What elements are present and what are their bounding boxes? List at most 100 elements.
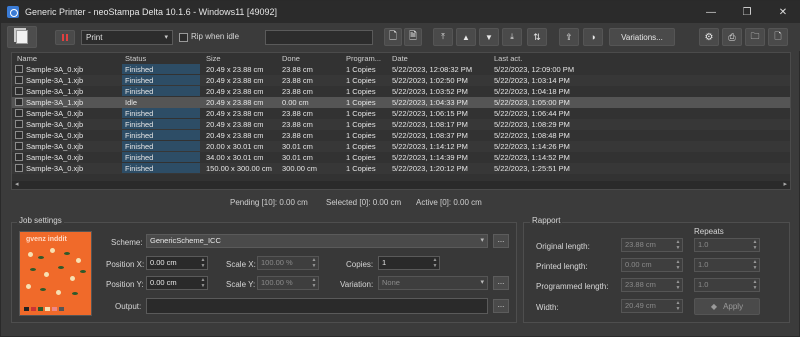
table-row[interactable]: Sample-3A_0.xjb Finished 20.49 x 23.88 cm 2… [12,119,790,130]
row-checkbox[interactable] [15,65,23,73]
original-repeats-input[interactable]: 1.0 ▲ ▼ [694,238,760,252]
apply-button[interactable]: ◆ Apply [694,298,760,315]
copies-input[interactable]: 1 ▲ ▼ [378,256,440,270]
original-length-input[interactable]: 23.88 cm ▲ ▼ [621,238,683,252]
table-row[interactable]: Sample-3A_1.xjb Finished 20.49 x 23.88 cm 2… [12,86,790,97]
table-row[interactable]: Sample-3A_0.xjb Finished 150.00 x 300.00 c… [12,163,790,174]
table-row[interactable]: Sample-3A_0.xjb Finished 20.49 x 23.88 cm 2… [12,64,790,75]
spinner-icon[interactable]: ▲ ▼ [674,239,682,251]
add-file-button[interactable]: 🗋 [384,28,402,46]
cell-last: 5/22/2023, 12:09:00 PM [494,65,575,74]
row-checkbox[interactable] [15,164,23,172]
printed-length-input[interactable]: 0.00 cm ▲ ▼ [621,258,683,272]
cell-size: 20.49 x 23.88 cm [206,98,264,107]
variations-button[interactable]: Variations... [609,28,675,46]
cell-status: Finished [122,86,200,96]
column-header-done[interactable]: Done [282,54,300,63]
table-row[interactable]: Sample-3A_0.xjb Finished 34.00 x 30.01 cm 3… [12,152,790,163]
original-length-value: 23.88 cm [625,240,656,249]
job-thumbnail[interactable]: gvenz inddit [19,231,92,316]
filter-input[interactable] [265,30,373,45]
stop-button[interactable] [55,30,75,45]
spinner-icon[interactable]: ▲ ▼ [674,279,682,291]
file-properties-button[interactable]: 🗎 [404,28,422,46]
cell-name: Sample-3A_0.xjb [26,120,84,129]
spinner-icon[interactable]: ▲ ▼ [751,259,759,271]
variation-select[interactable]: None ▾ [378,276,488,290]
move-down-button[interactable]: ▼ [479,28,499,46]
width-input[interactable]: 20.49 cm ▲ ▼ [621,299,683,313]
scale-y-input[interactable]: 100.00 % ▲ ▼ [257,276,319,290]
spinner-icon[interactable]: ▲ ▼ [199,257,207,269]
settings-button[interactable]: ⚙ [699,28,719,46]
document-button[interactable]: 🗋 [768,28,788,46]
scale-x-input[interactable]: 100.00 % ▲ ▼ [257,256,319,270]
scroll-left-icon[interactable]: ◂ [15,180,19,188]
programmed-length-input[interactable]: 23.88 cm ▲ ▼ [621,278,683,292]
rip-when-idle-checkbox[interactable] [179,33,188,42]
variation-browse-button[interactable]: ... [493,276,509,290]
row-checkbox[interactable] [15,120,23,128]
scroll-right-icon[interactable]: ▸ [783,180,787,188]
column-header-size[interactable]: Size [206,54,221,63]
document-icon: 🗋 [774,31,782,41]
cell-status: Finished [122,130,200,140]
spinner-icon[interactable]: ▲ ▼ [199,277,207,289]
row-checkbox[interactable] [15,87,23,95]
spinner-icon[interactable]: ▲ ▼ [310,257,318,269]
programmed-repeats-input[interactable]: 1.0 ▲ ▼ [694,278,760,292]
spinner-icon[interactable]: ▲ ▼ [751,239,759,251]
export-button[interactable]: ⇪ [559,28,579,46]
minimize-button[interactable]: — [693,1,729,23]
column-header-status[interactable]: Status [125,54,146,63]
spinner-icon[interactable]: ▲ ▼ [674,300,682,312]
contrast-icon: ◑ [590,32,596,42]
table-row[interactable]: Sample-3A_0.xjb Finished 20.00 x 30.01 cm 3… [12,141,790,152]
move-bottom-icon: ⤓ [510,32,514,41]
cell-date: 5/22/2023, 1:06:15 PM [392,109,468,118]
cell-size: 34.00 x 30.01 cm [206,153,264,162]
cell-status: Finished [122,152,200,162]
maximize-button[interactable]: ❐ [729,1,765,23]
position-x-input[interactable]: 0.00 cm ▲ ▼ [146,256,208,270]
row-checkbox[interactable] [15,142,23,150]
column-header-date[interactable]: Date [392,54,408,63]
row-checkbox[interactable] [15,153,23,161]
cell-date: 5/22/2023, 1:20:12 PM [392,164,468,173]
move-top-button[interactable]: ⤒ [433,28,453,46]
print-queue-button[interactable] [7,26,37,48]
table-row[interactable]: Sample-3A_1.xjb Idle 20.49 x 23.88 cm 0.00 … [12,97,790,108]
folder-button[interactable]: 🗀 [745,28,765,46]
row-checkbox[interactable] [15,131,23,139]
close-button[interactable]: ✕ [765,1,800,23]
row-checkbox[interactable] [15,98,23,106]
output-browse-button[interactable]: ... [493,299,509,313]
table-row[interactable]: Sample-3A_1.xjb Finished 20.49 x 23.88 cm 2… [12,75,790,86]
table-row[interactable]: Sample-3A_0.xjb Finished 20.49 x 23.88 cm 2… [12,108,790,119]
table-row[interactable]: Sample-3A_0.xjb Finished 20.49 x 23.88 cm 2… [12,130,790,141]
row-checkbox[interactable] [15,76,23,84]
cell-last: 5/22/2023, 1:05:00 PM [494,98,570,107]
contrast-button[interactable]: ◑ [583,28,603,46]
spinner-icon[interactable]: ▲ ▼ [751,279,759,291]
column-header-name[interactable]: Name [17,54,37,63]
move-up-button[interactable]: ▲ [456,28,476,46]
column-header-program[interactable]: Program... [346,54,381,63]
sort-button[interactable]: ⇅ [527,28,547,46]
output-input[interactable] [146,298,488,314]
printed-repeats-input[interactable]: 1.0 ▲ ▼ [694,258,760,272]
horizontal-scrollbar[interactable]: ◂ ▸ [12,181,790,189]
row-checkbox[interactable] [15,109,23,117]
column-header-last-act[interactable]: Last act. [494,54,522,63]
chevron-down-icon: ▾ [480,279,484,286]
spinner-icon[interactable]: ▲ ▼ [431,257,439,269]
mode-select[interactable]: Print ▾ [81,30,173,45]
move-bottom-button[interactable]: ⤓ [502,28,522,46]
printer-settings-button[interactable]: ⎙ [722,28,742,46]
scheme-browse-button[interactable]: ... [493,234,509,248]
position-y-input[interactable]: 0.00 cm ▲ ▼ [146,276,208,290]
cell-done: 23.88 cm [282,120,313,129]
scheme-select[interactable]: GenericScheme_ICC ▾ [146,234,488,248]
spinner-icon[interactable]: ▲ ▼ [310,277,318,289]
spinner-icon[interactable]: ▲ ▼ [674,259,682,271]
